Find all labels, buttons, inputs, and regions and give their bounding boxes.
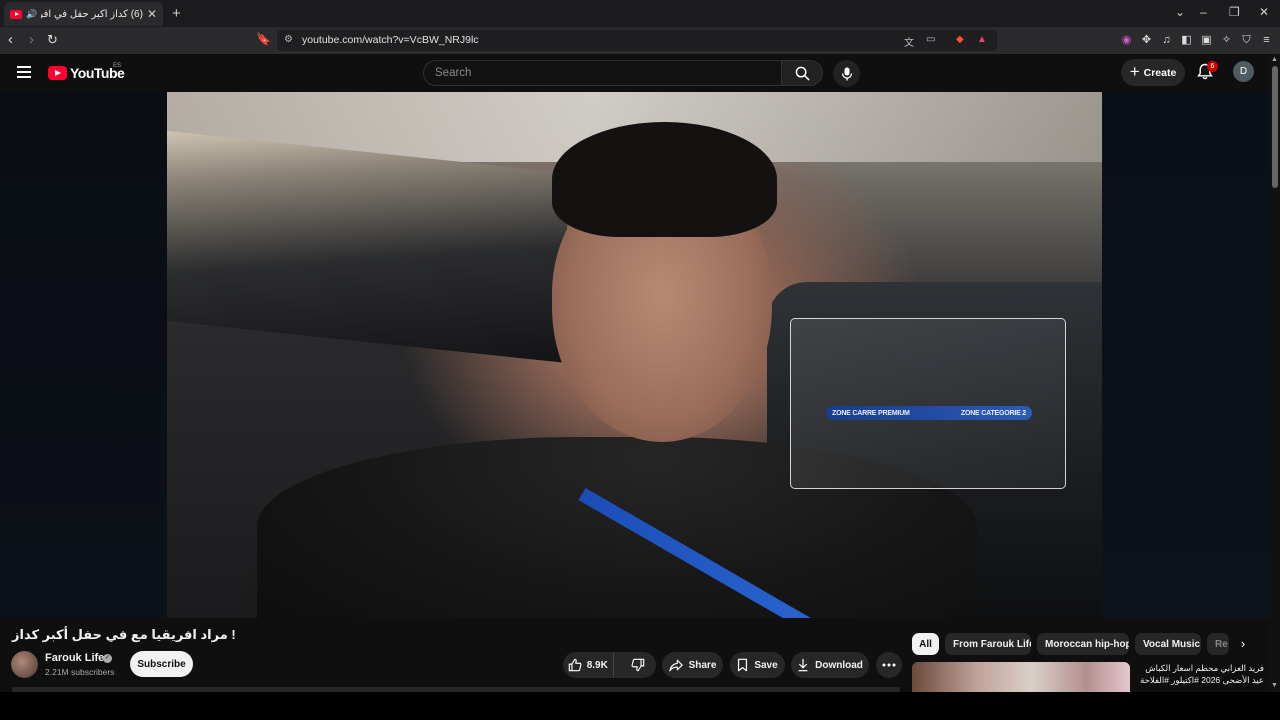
extensions-puzzle-icon[interactable]: ✥: [1140, 34, 1153, 47]
share-icon: [668, 659, 683, 671]
audio-playing-icon[interactable]: 🔊: [26, 9, 37, 20]
microphone-icon: [841, 67, 852, 80]
like-dislike-group: 8.9K: [563, 652, 656, 678]
restore-icon[interactable]: ❐: [1229, 5, 1240, 19]
extension-icon[interactable]: ◉: [1120, 34, 1133, 47]
create-label: Create: [1143, 66, 1177, 79]
badge-card-strip: ZONE CARRE PREMIUM ZONE CATEGORIE 2: [826, 406, 1032, 420]
scroll-down-icon[interactable]: ▼: [1271, 682, 1278, 689]
tab-title: (6) كداز أكبر حفل في افريقيا مع: [41, 8, 143, 20]
voice-search-button[interactable]: [833, 60, 860, 87]
channel-name[interactable]: Farouk Life: [45, 652, 104, 664]
search-box[interactable]: [423, 60, 782, 86]
address-bar[interactable]: ⚙ youtube.com/watch?v=VcBW_NRJ9lc 文 ▭ ◆ …: [277, 30, 997, 51]
chip-all[interactable]: All: [912, 633, 939, 655]
site-info-icon[interactable]: ⚙: [284, 34, 293, 45]
video-scene-van: [167, 130, 567, 364]
minimize-icon[interactable]: –: [1200, 5, 1207, 19]
forward-icon[interactable]: ›: [29, 31, 34, 48]
cast-icon[interactable]: ▭: [926, 34, 935, 45]
recommendation-title[interactable]: فريد العزابي محطم اسعار الكباش عيد الأضح…: [1134, 662, 1264, 692]
player-right-ambient: [1102, 92, 1270, 618]
browser-tab-strip: 🔊 (6) كداز أكبر حفل في افريقيا مع ✕ + ⌄ …: [0, 0, 1280, 27]
search-icon: [795, 66, 810, 81]
guide-menu-icon[interactable]: [17, 66, 31, 78]
save-bookmark-icon: [738, 658, 748, 672]
scrollbar-thumb[interactable]: [1272, 66, 1278, 188]
search-input[interactable]: [424, 61, 781, 85]
new-tab-button[interactable]: +: [172, 5, 181, 22]
verified-check-icon: ✓: [103, 654, 112, 663]
close-tab-icon[interactable]: ✕: [147, 7, 157, 21]
share-label: Share: [688, 659, 717, 671]
browser-menu-icon[interactable]: ≡: [1260, 34, 1273, 47]
chip-truncated[interactable]: Re: [1207, 633, 1229, 655]
save-button[interactable]: Save: [730, 652, 785, 678]
plus-icon: +: [1129, 61, 1140, 81]
recommendation-thumbnail[interactable]: [912, 662, 1130, 692]
share-button[interactable]: Share: [662, 652, 723, 678]
dislike-button[interactable]: [620, 652, 656, 678]
download-icon: [798, 658, 808, 672]
thumbs-down-icon: [631, 658, 645, 672]
like-button[interactable]: 8.9K: [563, 652, 614, 678]
search-button[interactable]: [781, 60, 823, 86]
like-count: 8.9K: [586, 659, 608, 671]
thumbs-up-icon: [568, 658, 582, 672]
player-left-ambient: [0, 92, 167, 618]
save-label: Save: [754, 659, 778, 671]
sidebar-icon[interactable]: ◧: [1180, 34, 1193, 47]
video-player-container: ZONE CARRE PREMIUM ZONE CATEGORIE 2: [0, 92, 1270, 618]
tab-search-icon[interactable]: ⌄: [1175, 5, 1185, 19]
more-horizontal-icon: [882, 663, 896, 667]
video-scene-person-hair: [552, 122, 777, 237]
reload-icon[interactable]: ↻: [47, 32, 58, 48]
badge-zone-left: ZONE CARRE PREMIUM: [832, 409, 910, 417]
chip-moroccan-hip-hop[interactable]: Moroccan hip-hop: [1037, 633, 1129, 655]
badge-zone-right: ZONE CATEGORIE 2: [960, 409, 1026, 417]
video-scene-badge-card: ZONE CARRE PREMIUM ZONE CATEGORIE 2: [790, 318, 1066, 489]
subscribe-button[interactable]: Subscribe: [130, 651, 193, 677]
wallet-icon[interactable]: ▣: [1200, 34, 1213, 47]
subscriber-count: 2.21M subscribers: [45, 667, 115, 677]
music-icon[interactable]: ♫: [1160, 34, 1173, 47]
chip-vocal-music[interactable]: Vocal Music: [1135, 633, 1201, 655]
download-button[interactable]: Download: [791, 652, 869, 678]
page-scrollbar[interactable]: ▲ ▼: [1270, 54, 1280, 692]
back-icon[interactable]: ‹: [8, 31, 13, 48]
bookmark-icon[interactable]: 🔖: [256, 32, 271, 46]
chip-from-channel[interactable]: From Farouk Life: [945, 633, 1031, 655]
brave-shields-icon[interactable]: ◆: [956, 34, 964, 45]
leo-ai-icon[interactable]: ✧: [1220, 34, 1233, 47]
youtube-favicon-icon: [10, 9, 22, 19]
vpn-icon[interactable]: ⛉: [1240, 34, 1253, 47]
notification-count-badge: 6: [1207, 61, 1218, 72]
video-title: ! مراد افريقيا مع في حفل أكبر كداز: [12, 627, 236, 642]
browser-toolbar: ‹ › ↻ 🔖 ⚙ youtube.com/watch?v=VcBW_NRJ9l…: [0, 27, 1280, 54]
url-text[interactable]: youtube.com/watch?v=VcBW_NRJ9lc: [302, 34, 479, 46]
account-avatar[interactable]: D: [1233, 61, 1254, 82]
more-actions-button[interactable]: [876, 652, 902, 678]
youtube-play-logo-icon: [48, 66, 67, 80]
chips-next-arrow-icon[interactable]: ›: [1234, 635, 1252, 653]
bottom-edge: [0, 692, 1280, 720]
create-button[interactable]: + Create: [1121, 59, 1185, 86]
translate-icon[interactable]: 文: [904, 34, 914, 49]
country-code: ES: [113, 63, 122, 69]
channel-avatar[interactable]: [11, 651, 38, 678]
video-frame[interactable]: ZONE CARRE PREMIUM ZONE CATEGORIE 2: [167, 92, 1102, 618]
brave-rewards-icon[interactable]: ▲: [977, 34, 987, 45]
scroll-up-icon[interactable]: ▲: [1271, 56, 1278, 63]
browser-tab[interactable]: 🔊 (6) كداز أكبر حفل في افريقيا مع ✕: [4, 2, 163, 26]
close-window-icon[interactable]: ✕: [1259, 5, 1269, 19]
download-label: Download: [815, 659, 863, 671]
youtube-masthead: YouTube ES + Create 6 D: [0, 54, 1280, 92]
